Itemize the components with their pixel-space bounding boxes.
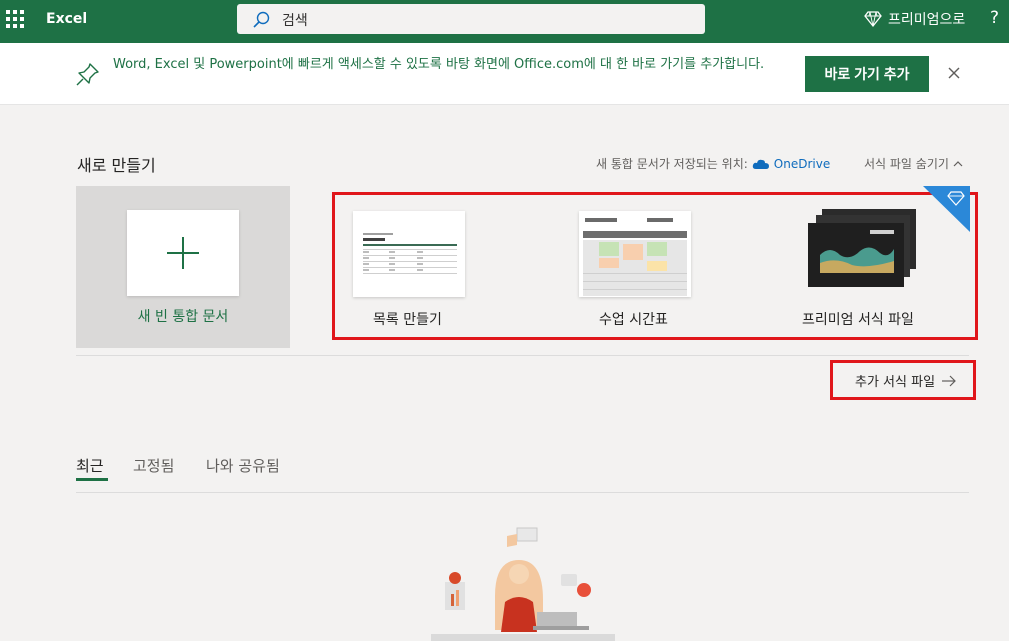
tab-recent[interactable]: 최근 (76, 455, 104, 476)
more-templates-label: 추가 서식 파일 (855, 375, 936, 390)
search-placeholder: 검색 (282, 13, 308, 29)
premium-button[interactable]: 프리미엄으로 (864, 8, 965, 30)
cloud-icon (752, 159, 769, 169)
chevron-up-icon (953, 160, 963, 166)
save-location-label: 새 통합 문서가 저장되는 위치: (596, 157, 748, 171)
help-icon[interactable]: ? (990, 8, 999, 28)
pin-icon (76, 63, 99, 86)
new-section-title: 새로 만들기 (77, 156, 156, 175)
tabs-divider (76, 492, 969, 493)
tab-shared-with-me[interactable]: 나와 공유됨 (206, 455, 280, 476)
add-shortcut-button[interactable]: 바로 가기 추가 (805, 56, 929, 92)
diamond-icon (864, 11, 882, 28)
blank-workbook-thumbnail (127, 210, 239, 296)
blank-workbook-card[interactable]: 새 빈 통합 문서 (76, 186, 290, 348)
shortcut-banner: Word, Excel 및 Powerpoint에 빠르게 액세스할 수 있도록… (0, 43, 1009, 105)
top-bar: Excel 검색 프리미엄으로 ? (0, 0, 1009, 43)
template-list-thumbnail[interactable] (353, 211, 465, 297)
onedrive-link[interactable]: OneDrive (774, 157, 830, 171)
app-launcher-icon[interactable] (6, 10, 24, 28)
active-tab-indicator (76, 478, 108, 481)
template-premium-thumbnail[interactable] (808, 209, 916, 287)
close-icon[interactable] (946, 65, 962, 81)
banner-message: Word, Excel 및 Powerpoint에 빠르게 액세스할 수 있도록… (113, 57, 765, 72)
template-premium-label[interactable]: 프리미엄 서식 파일 (802, 309, 914, 329)
empty-state-illustration (425, 520, 625, 641)
hide-templates-toggle[interactable]: 서식 파일 숨기기 (864, 155, 963, 172)
app-name-link[interactable]: Excel (46, 11, 87, 27)
section-divider (76, 355, 969, 356)
hide-templates-label: 서식 파일 숨기기 (864, 157, 949, 171)
more-templates-link[interactable]: 추가 서식 파일 (855, 371, 957, 390)
template-list-label[interactable]: 목록 만들기 (373, 309, 442, 329)
blank-workbook-label: 새 빈 통합 문서 (137, 309, 229, 325)
search-box[interactable]: 검색 (237, 4, 705, 34)
premium-label: 프리미엄으로 (888, 12, 966, 28)
premium-badge (923, 186, 970, 232)
plus-icon-vertical (182, 237, 184, 269)
save-location: 새 통합 문서가 저장되는 위치: OneDrive (596, 155, 830, 172)
template-schedule-thumbnail[interactable] (579, 211, 691, 297)
arrow-right-icon (942, 375, 956, 386)
template-schedule-label[interactable]: 수업 시간표 (599, 309, 668, 329)
tab-pinned[interactable]: 고정됨 (133, 455, 174, 476)
search-icon (253, 11, 270, 28)
